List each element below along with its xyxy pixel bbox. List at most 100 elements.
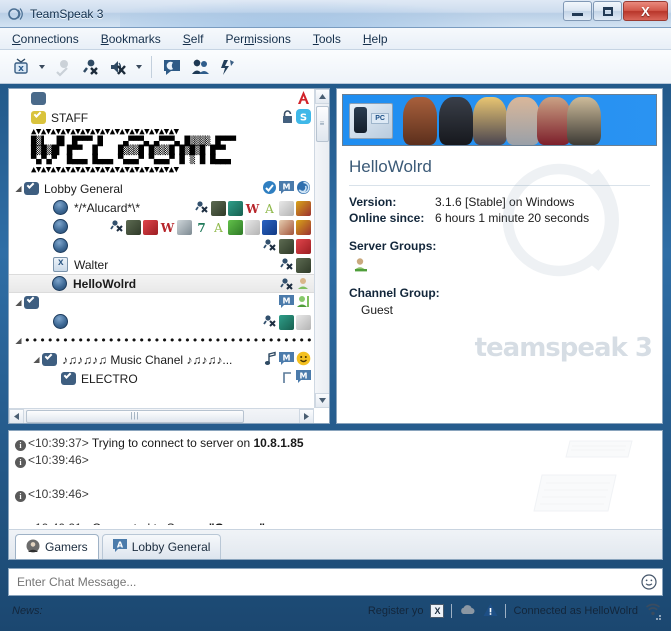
close-button[interactable]: X xyxy=(623,1,668,21)
tree-row-user[interactable] xyxy=(9,236,314,255)
menu-connections[interactable]: Connections xyxy=(10,30,81,48)
svg-text:x: x xyxy=(18,64,24,74)
scroll-down-arrow[interactable] xyxy=(315,393,329,408)
row-icons xyxy=(262,313,311,331)
divider xyxy=(451,604,453,618)
close-news-button[interactable]: X xyxy=(430,604,445,618)
tree-row-channel-staff[interactable]: STAFF S xyxy=(9,108,314,127)
pc-product-icon xyxy=(349,103,393,139)
speaker-mute-icon[interactable] xyxy=(105,54,131,80)
advertisement-banner[interactable] xyxy=(342,94,657,146)
row-icons: M xyxy=(262,180,311,198)
rank-a-icon: A xyxy=(211,220,226,235)
chat-tab-gamers[interactable]: Gamers xyxy=(15,534,99,559)
chat-time: <10:39:46> xyxy=(28,453,89,467)
row-icons xyxy=(296,90,311,108)
info-icon: i xyxy=(15,440,26,451)
ascii-banner-line3: ▀▄▀▄▀ █▄▄▄ █▄▄▄ ▀▄▄▄▀ ▀▄▄▄▀ █ ▒ █ █▄▄▄ xyxy=(31,155,231,165)
chat-tab-lobby-general[interactable]: A Lobby General xyxy=(101,534,222,559)
rank-soldier-icon xyxy=(296,257,311,273)
scroll-thumb[interactable]: ≡ xyxy=(316,106,329,142)
character-figure xyxy=(506,97,540,145)
menu-permissions[interactable]: Permissions xyxy=(223,30,292,48)
avatar-green-icon xyxy=(296,294,311,312)
chevron-down-icon[interactable] xyxy=(133,54,144,80)
svg-text:M: M xyxy=(283,182,291,191)
scroll-thumb[interactable]: ||| xyxy=(26,410,244,423)
register-text[interactable]: Register yo xyxy=(368,605,424,617)
chat-panel: i <10:39:37> Trying to connect to server … xyxy=(8,430,663,560)
rank-sword-icon xyxy=(279,314,294,330)
tree-horizontal-scrollbar[interactable]: ||| xyxy=(9,408,314,423)
maximize-button[interactable] xyxy=(593,1,622,21)
microphone-mute-icon[interactable] xyxy=(77,54,103,80)
chat-text: Trying to connect to server on xyxy=(91,436,254,450)
away-status-icon[interactable] xyxy=(49,54,75,80)
moderated-m-icon: M xyxy=(279,180,294,198)
plugins-icon[interactable] xyxy=(215,54,241,80)
rank-soldier-icon xyxy=(126,219,141,235)
menu-bookmarks[interactable]: Bookmarks xyxy=(99,30,163,48)
channel-label: ♪♫♪♫♪♫ Music Chanel ♪♫♪♫♪... xyxy=(62,352,233,367)
chat-highlight: "Gamers" xyxy=(209,521,265,525)
rank-w-icon: W xyxy=(245,201,260,216)
tree-row-user-alucard[interactable]: */*Alucard*\* W A xyxy=(9,198,314,217)
resize-grip[interactable] xyxy=(651,610,663,622)
server-tree-panel[interactable]: STAFF S ▲▼▲▼▲▼▲▼▲▼▲▼▲▼▲▼▲▼▲▼▲▼▲▼▲▼▲▼▲▼ █… xyxy=(8,88,330,424)
tree-row-channel-electro[interactable]: ELECTRO M xyxy=(9,369,314,388)
mic-muted-icon xyxy=(279,256,294,274)
guest-group-icon xyxy=(337,253,662,276)
menu-help[interactable]: Help xyxy=(361,30,390,48)
rank-red-icon xyxy=(143,219,158,235)
online-since-value: 6 hours 1 minute 20 seconds xyxy=(435,211,590,225)
expander-icon[interactable]: ◢ xyxy=(13,298,24,307)
tree-row-user-walter[interactable]: Walter xyxy=(9,255,314,274)
moderated-m-icon: M xyxy=(296,370,311,387)
client-info-panel: HelloWolrd Version: 3.1.6 [Stable] on Wi… xyxy=(336,88,663,424)
expander-icon[interactable]: ◢ xyxy=(31,355,42,364)
tree-vertical-scrollbar[interactable]: ≡ xyxy=(314,89,329,408)
row-icons xyxy=(279,276,311,294)
connection-status-text: Connected as HelloWolrd xyxy=(513,605,638,617)
tree-row-channel-music[interactable]: ◢ ♪♫♪♫♪♫ Music Chanel ♪♫♪♫♪... M xyxy=(9,350,314,369)
expander-icon[interactable]: ◢ xyxy=(13,184,24,193)
music-note-icon xyxy=(264,351,277,369)
padlock-icon xyxy=(281,109,294,127)
tree-row-user-hellowolrd[interactable]: HelloWolrd xyxy=(9,274,314,293)
divider xyxy=(505,604,507,618)
menu-self[interactable]: Self xyxy=(181,30,206,48)
server-tab-icon xyxy=(26,539,40,556)
tree-row-user[interactable]: W 7 A xyxy=(9,217,314,236)
mic-muted-icon xyxy=(109,218,124,236)
user-speaker-icon xyxy=(52,276,67,291)
tree-row-channel-lobby-general[interactable]: ◢ Lobby General M xyxy=(9,179,314,198)
chat-bubble-icon[interactable] xyxy=(159,54,185,80)
scroll-left-arrow[interactable] xyxy=(9,409,24,423)
tree-row-user[interactable] xyxy=(9,312,314,331)
row-icons: M xyxy=(279,294,311,312)
chevron-down-icon[interactable] xyxy=(36,54,47,80)
contacts-icon[interactable] xyxy=(187,54,213,80)
svg-text:A: A xyxy=(117,540,124,549)
chat-input[interactable] xyxy=(9,575,636,589)
tree-row-separator[interactable]: ◢ ••••••••••••••••••••••••••••••••••••••… xyxy=(9,331,314,350)
spiral-icon xyxy=(296,180,311,198)
scroll-right-arrow[interactable] xyxy=(299,409,314,423)
alert-triangle-icon[interactable] xyxy=(483,603,498,620)
cloud-icon[interactable] xyxy=(459,603,476,619)
minimize-button[interactable] xyxy=(563,1,592,21)
rank-7-icon: 7 xyxy=(194,220,209,235)
connect-bookmark-icon[interactable]: x xyxy=(8,54,34,80)
tree-row-channel[interactable] xyxy=(9,89,314,108)
tree-row-channel[interactable]: ◢ M xyxy=(9,293,314,312)
server-tree[interactable]: STAFF S ▲▼▲▼▲▼▲▼▲▼▲▼▲▼▲▼▲▼▲▼▲▼▲▼▲▼▲▼▲▼ █… xyxy=(9,89,314,408)
rank-knight-icon xyxy=(245,219,260,235)
expander-icon[interactable]: ◢ xyxy=(13,336,24,345)
chat-log[interactable]: i <10:39:37> Trying to connect to server … xyxy=(9,431,662,525)
smiley-icon[interactable] xyxy=(636,574,662,590)
scroll-up-arrow[interactable] xyxy=(315,89,329,104)
chat-tab-label: Gamers xyxy=(45,540,88,554)
avatar-icon xyxy=(296,276,311,294)
main-split: STAFF S ▲▼▲▼▲▼▲▼▲▼▲▼▲▼▲▼▲▼▲▼▲▼▲▼▲▼▲▼▲▼ █… xyxy=(8,88,663,424)
menu-tools[interactable]: Tools xyxy=(311,30,343,48)
